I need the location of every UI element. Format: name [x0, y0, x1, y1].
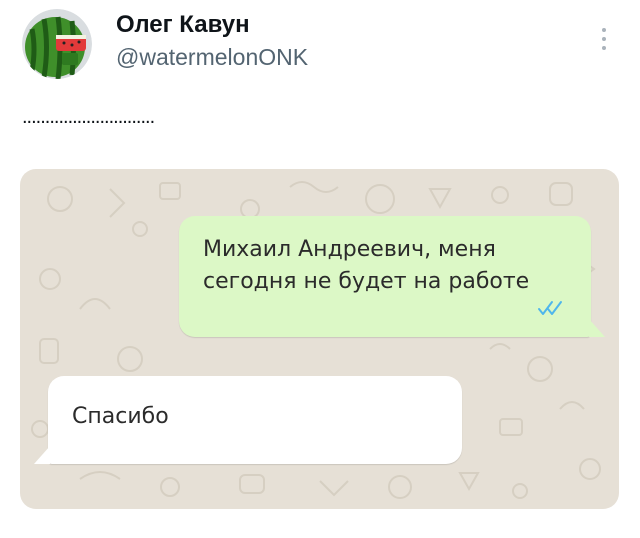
more-vertical-icon[interactable] — [592, 24, 616, 54]
chat-screenshot: Михаил Андреевич, меня сегодня не будет … — [20, 169, 619, 509]
double-check-icon — [538, 301, 562, 315]
outgoing-message-text: Михаил Андреевич, меня сегодня не будет … — [203, 237, 530, 294]
incoming-message-text: Спасибо — [72, 404, 169, 429]
incoming-message[interactable]: Спасибо — [34, 376, 462, 464]
watermelon-avatar-image — [22, 9, 92, 79]
tweet-text: ............................. — [22, 106, 155, 128]
avatar[interactable] — [22, 9, 92, 79]
outgoing-message[interactable]: Михаил Андреевич, меня сегодня не будет … — [179, 216, 605, 337]
author-name[interactable]: Олег Кавун — [116, 11, 250, 39]
author-handle[interactable]: @watermelonONK — [116, 44, 308, 71]
tweet: Олег Кавун @watermelonONK ..............… — [0, 0, 640, 538]
